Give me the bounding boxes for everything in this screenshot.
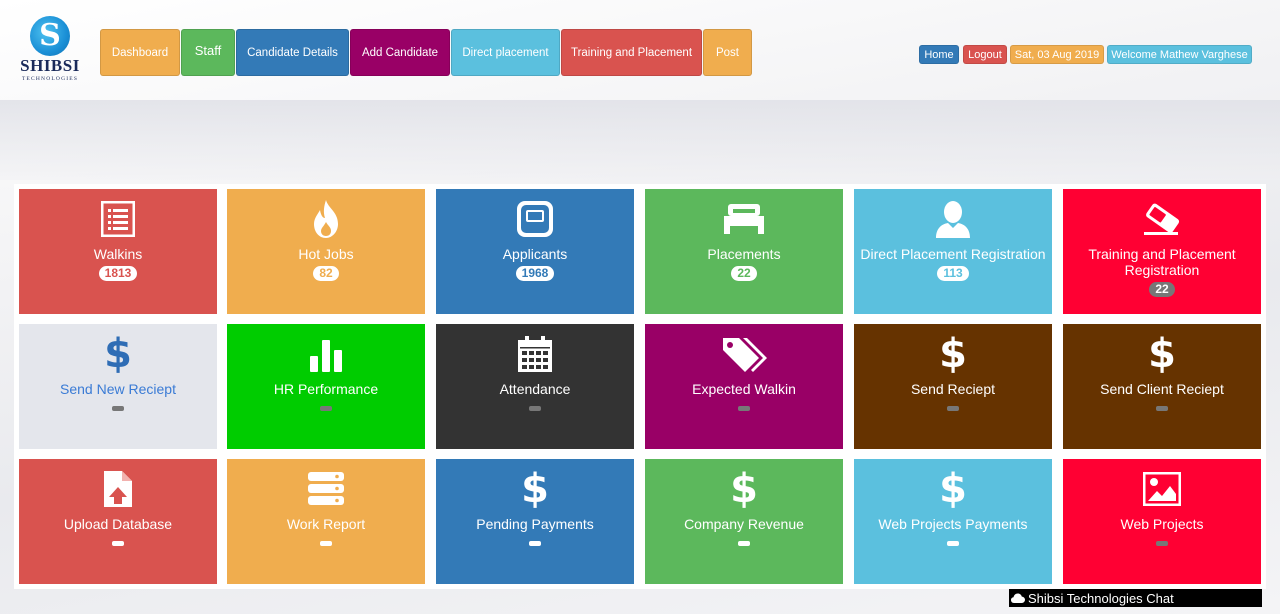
eraser-icon [1142, 199, 1182, 239]
tile-label: Placements [707, 246, 781, 262]
tile-placements[interactable]: Placements 22 [645, 189, 843, 314]
dollar-icon: $ [1148, 331, 1176, 377]
logo[interactable]: S SHIBSI TECHNOLOGIES [14, 16, 86, 86]
date-badge: Sat, 03 Aug 2019 [1010, 45, 1104, 64]
tile-hot-jobs[interactable]: Hot Jobs 82 [227, 189, 425, 314]
logout-link[interactable]: Logout [963, 45, 1007, 64]
server-icon [307, 469, 345, 509]
tile-label: Work Report [286, 516, 366, 532]
logo-s-icon: S [30, 16, 70, 56]
chat-bar[interactable]: Shibsi Technologies Chat [1009, 589, 1262, 607]
tile-send-client-reciept[interactable]: $ Send Client Reciept [1063, 324, 1261, 449]
cloud-icon [1011, 591, 1028, 606]
tile-count-badge [529, 541, 541, 546]
background-band [0, 100, 1280, 180]
dashboard-grid: Walkins 1813 Hot Jobs 82 Applicants 1968… [14, 184, 1266, 589]
tile-count-badge [1156, 406, 1168, 411]
user-icon [934, 199, 972, 239]
dollar-icon: $ [104, 331, 132, 377]
chat-label: Shibsi Technologies Chat [1028, 590, 1174, 606]
tile-count-badge [947, 541, 959, 546]
tile-label: Web Projects [1120, 516, 1204, 532]
tile-pending-payments[interactable]: $ Pending Payments [436, 459, 634, 584]
nav-staff-button[interactable]: Staff [181, 29, 235, 76]
dollar-icon: $ [730, 466, 758, 512]
tile-send-reciept[interactable]: $ Send Reciept [854, 324, 1052, 449]
logo-subtitle: TECHNOLOGIES [21, 76, 79, 82]
tile-label: Hot Jobs [298, 246, 354, 262]
tile-label: Send Reciept [910, 381, 996, 397]
tile-label: Send Client Reciept [1100, 381, 1224, 397]
nav-candidate-details-button[interactable]: Candidate Details [236, 29, 349, 76]
tile-direct-placement-registration[interactable]: Direct Placement Registration 113 [854, 189, 1052, 314]
upload-file-icon [103, 469, 133, 509]
tile-label: HR Performance [273, 381, 379, 397]
tile-count-badge: 113 [937, 266, 969, 281]
nav-direct-placement-button[interactable]: Direct placement [451, 29, 560, 76]
tile-count-badge [738, 406, 750, 411]
tile-count-badge [1156, 541, 1168, 546]
logo-name: SHIBSI [20, 56, 80, 75]
tile-upload-database[interactable]: Upload Database [19, 459, 217, 584]
tile-label: Training and Placement Registration [1088, 246, 1236, 278]
tile-count-badge [738, 541, 750, 546]
list-icon [101, 199, 135, 239]
tile-web-projects-payments[interactable]: $ Web Projects Payments [854, 459, 1052, 584]
tile-label: Applicants [502, 246, 568, 262]
tile-label: Pending Payments [476, 516, 594, 532]
header: S SHIBSI TECHNOLOGIES Dashboard Staff Ca… [0, 0, 1280, 100]
dollar-icon: $ [939, 331, 967, 377]
tile-applicants[interactable]: Applicants 1968 [436, 189, 634, 314]
tile-count-badge: 1968 [515, 266, 555, 281]
applicant-icon [516, 199, 554, 239]
tile-count-badge [320, 541, 332, 546]
nav-post-button[interactable]: Post [703, 29, 752, 76]
tile-count-badge: 22 [1149, 282, 1175, 297]
bed-icon [724, 199, 764, 239]
tile-work-report[interactable]: Work Report [227, 459, 425, 584]
tile-walkins[interactable]: Walkins 1813 [19, 189, 217, 314]
tile-label: Walkins [93, 246, 143, 262]
welcome-badge: Welcome Mathew Varghese [1107, 45, 1252, 64]
tile-attendance[interactable]: Attendance [436, 324, 634, 449]
nav-dashboard-button[interactable]: Dashboard [100, 29, 180, 76]
tile-count-badge: 82 [313, 266, 339, 281]
tile-send-new-reciept[interactable]: $ Send New Reciept [19, 324, 217, 449]
tile-count-badge [947, 406, 959, 411]
tile-count-badge [112, 541, 124, 546]
tile-count-badge [112, 406, 124, 411]
tile-label: Direct Placement Registration [860, 246, 1046, 262]
bar-chart-icon [308, 334, 344, 374]
tile-label: Company Revenue [684, 516, 804, 532]
nav-training-placement-button[interactable]: Training and Placement [561, 29, 702, 76]
tile-count-badge [320, 406, 332, 411]
fire-icon [310, 199, 342, 239]
picture-icon [1143, 469, 1181, 509]
dollar-icon: $ [521, 466, 549, 512]
tile-label: Attendance [499, 381, 571, 397]
calendar-icon [517, 334, 553, 374]
tile-count-badge: 22 [731, 266, 757, 281]
tile-label: Send New Reciept [60, 381, 176, 397]
tile-count-badge [529, 406, 541, 411]
tags-icon [721, 334, 767, 374]
tile-label: Web Projects Payments [878, 516, 1028, 532]
tile-training-placement-registration[interactable]: Training and Placement Registration 22 [1063, 189, 1261, 314]
dollar-icon: $ [939, 466, 967, 512]
nav-add-candidate-button[interactable]: Add Candidate [350, 29, 450, 76]
home-link[interactable]: Home [919, 45, 959, 64]
tile-hr-performance[interactable]: HR Performance [227, 324, 425, 449]
tile-web-projects[interactable]: Web Projects [1063, 459, 1261, 584]
tile-expected-walkin[interactable]: Expected Walkin [645, 324, 843, 449]
tile-count-badge: 1813 [98, 266, 138, 281]
tile-company-revenue[interactable]: $ Company Revenue [645, 459, 843, 584]
tile-label: Upload Database [63, 516, 173, 532]
tile-label: Expected Walkin [692, 381, 796, 397]
